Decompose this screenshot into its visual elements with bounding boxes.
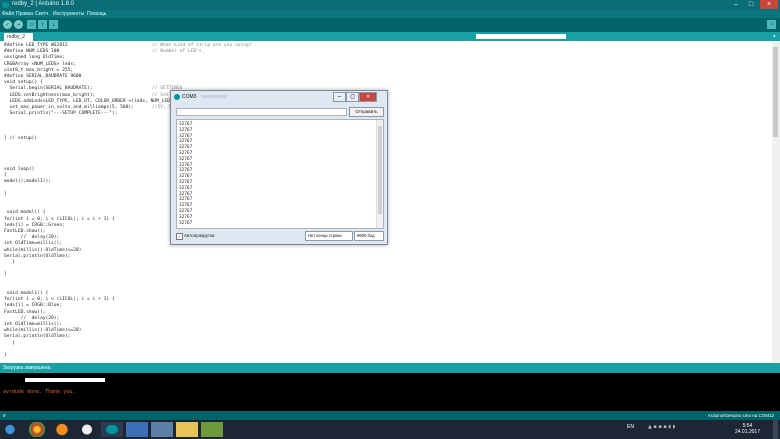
code-line: } (4, 191, 7, 197)
menu-tools[interactable]: Инструменты (53, 11, 84, 17)
scrollbar-thumb[interactable] (773, 47, 778, 137)
start-icon[interactable] (2, 422, 18, 437)
code-comment: // Set (152, 92, 169, 98)
console-line: avrdude done. Thank you. (3, 389, 76, 395)
line-number: 9 (3, 413, 6, 418)
media-player-icon[interactable] (76, 422, 98, 437)
code-comment: //5V, 5 (152, 105, 172, 110)
status-strip: Загрузка завершена. (0, 363, 780, 373)
toolbar: ✓ → ▫ ↑ ↓ ⌕ (0, 18, 780, 32)
new-sketch-icon[interactable]: ▫ (27, 20, 36, 29)
serial-close-icon[interactable]: × (359, 92, 377, 102)
menu-edit[interactable]: Правка (16, 11, 33, 17)
serial-scroll-thumb[interactable] (378, 126, 382, 214)
clock-date: 24.01.2017 (734, 429, 760, 435)
verify-icon[interactable]: ✓ (3, 20, 12, 29)
code-line: } // setup() (4, 136, 38, 141)
tray-language[interactable]: EN (627, 424, 634, 430)
bottom-status-bar: 9 Arduino/Genuino Uno на COM12 (0, 411, 780, 420)
upload-icon[interactable]: → (14, 20, 23, 29)
code-line: for(int i = 0; i < (LICOL); i = i + 1) { (4, 216, 115, 222)
serial-output: 32767 32767 32767 32767 32767 32767 32767 32767… (176, 119, 384, 229)
minimize-icon[interactable]: – (730, 0, 742, 9)
code-line: unsigned long OldTime; (4, 55, 65, 61)
menu-help[interactable]: Помощь (87, 11, 106, 17)
editor-scrollbar[interactable] (772, 41, 780, 363)
code-line: Serial.println(OldTime); (4, 334, 71, 340)
code-line: } (4, 353, 7, 358)
code-line: Serial.begin(SERIAL_BAUDRATE); (4, 86, 93, 92)
serial-output-line: 32767 (179, 220, 193, 226)
code-line: leds[i] = CRGB::Green; (4, 222, 65, 228)
console-output: avrdude done. Thank you. (0, 373, 780, 411)
menu-sketch[interactable]: Скетч (35, 11, 48, 17)
code-line: LEDS.setBrightness(max_bright); (4, 92, 96, 98)
code-line: // delay(20); (4, 315, 60, 321)
code-line: leds[i] = CRGB::Blue; (4, 303, 63, 309)
tray-icons[interactable]: ▲ ▪ ▪ ▪ ◖ ◗ (648, 424, 718, 434)
status-message: Загрузка завершена. (3, 365, 52, 371)
paint-icon[interactable] (151, 422, 173, 437)
code-line: Serial.println("---SETUP COMPLETE---"); (4, 111, 118, 117)
code-line: FastLED.show(); (4, 309, 46, 315)
menu-file[interactable]: Файл (2, 11, 14, 17)
serial-send-input[interactable] (176, 108, 347, 116)
code-line: Serial.println(OldTime); (4, 253, 71, 259)
serial-output-scrollbar[interactable] (376, 120, 383, 228)
firefox-icon[interactable] (51, 422, 73, 437)
word-icon[interactable] (126, 422, 148, 437)
console-highlight (25, 378, 105, 382)
title-blur (201, 95, 227, 98)
show-desktop-button[interactable] (773, 420, 778, 439)
code-line: uint8_t max_bright = 255; (4, 67, 74, 73)
baud-rate-select[interactable]: 9600 бод (354, 231, 384, 241)
tab-bar-blank (476, 34, 566, 39)
explorer-icon[interactable] (176, 422, 198, 437)
taskbar-clock[interactable]: 5:54 24.01.2017 (735, 423, 760, 435)
tab-menu-icon[interactable]: ▾ (772, 33, 776, 40)
serial-monitor-title: COM3 (182, 94, 197, 100)
code-line: } (4, 340, 16, 346)
chrome-icon[interactable] (26, 422, 48, 437)
arduino-taskbar-icon[interactable] (101, 422, 123, 437)
tab-sketch[interactable]: redby_2 (4, 33, 33, 41)
serial-monitor-icon[interactable]: ⌕ (767, 20, 776, 29)
open-sketch-icon[interactable]: ↑ (38, 20, 47, 29)
code-line: } (4, 272, 7, 278)
serial-minimize-icon[interactable]: – (333, 92, 346, 102)
code-line: CRGBArray <NUM_LEDS> leds; (4, 61, 76, 67)
code-line: while(millis()-OldTime)<=20) (4, 247, 82, 253)
line-ending-select[interactable]: Нет конца строки (305, 231, 353, 241)
serial-monitor-app-icon (174, 94, 180, 100)
menu-bar: Файл Правка Скетч Инструменты Помощь (0, 10, 780, 18)
window-title: redby_2 | Arduino 1.8.0 (12, 1, 74, 7)
close-icon[interactable]: × (760, 0, 778, 9)
serial-maximize-icon[interactable]: □ (346, 92, 359, 102)
code-comment: // Number of LED's. (152, 49, 205, 55)
serial-monitor-window: COM3 – □ × Отправить 32767 32767 32767 3276… (170, 90, 388, 245)
autoscroll-checkbox[interactable]: ✓ (176, 233, 183, 240)
code-line: int OldTime=millis(); (4, 241, 63, 247)
tab-bar: redby_2 ▾ (0, 32, 780, 41)
arduino-icon (2, 2, 9, 8)
code-line: model();model1(); (4, 179, 52, 185)
code-line: LEDS.addLeds<LED_TYPE, LED_DT, COLOR_ORD… (4, 98, 198, 104)
notepad-icon[interactable] (201, 422, 223, 437)
maximize-icon[interactable]: □ (745, 0, 757, 9)
taskbar: EN ▲ ▪ ▪ ▪ ◖ ◗ 5:54 24.01.2017 (0, 420, 780, 439)
code-line: void model() { (4, 210, 46, 216)
code-line: void loop() (4, 167, 35, 172)
board-info: Arduino/Genuino Uno на COM12 (707, 413, 774, 418)
send-button[interactable]: Отправить (349, 107, 384, 117)
code-line: } (4, 260, 16, 265)
autoscroll-label: Автопрокрутка (184, 233, 215, 238)
window-titlebar: redby_2 | Arduino 1.8.0 – □ × (0, 0, 780, 10)
save-sketch-icon[interactable]: ↓ (49, 20, 58, 29)
